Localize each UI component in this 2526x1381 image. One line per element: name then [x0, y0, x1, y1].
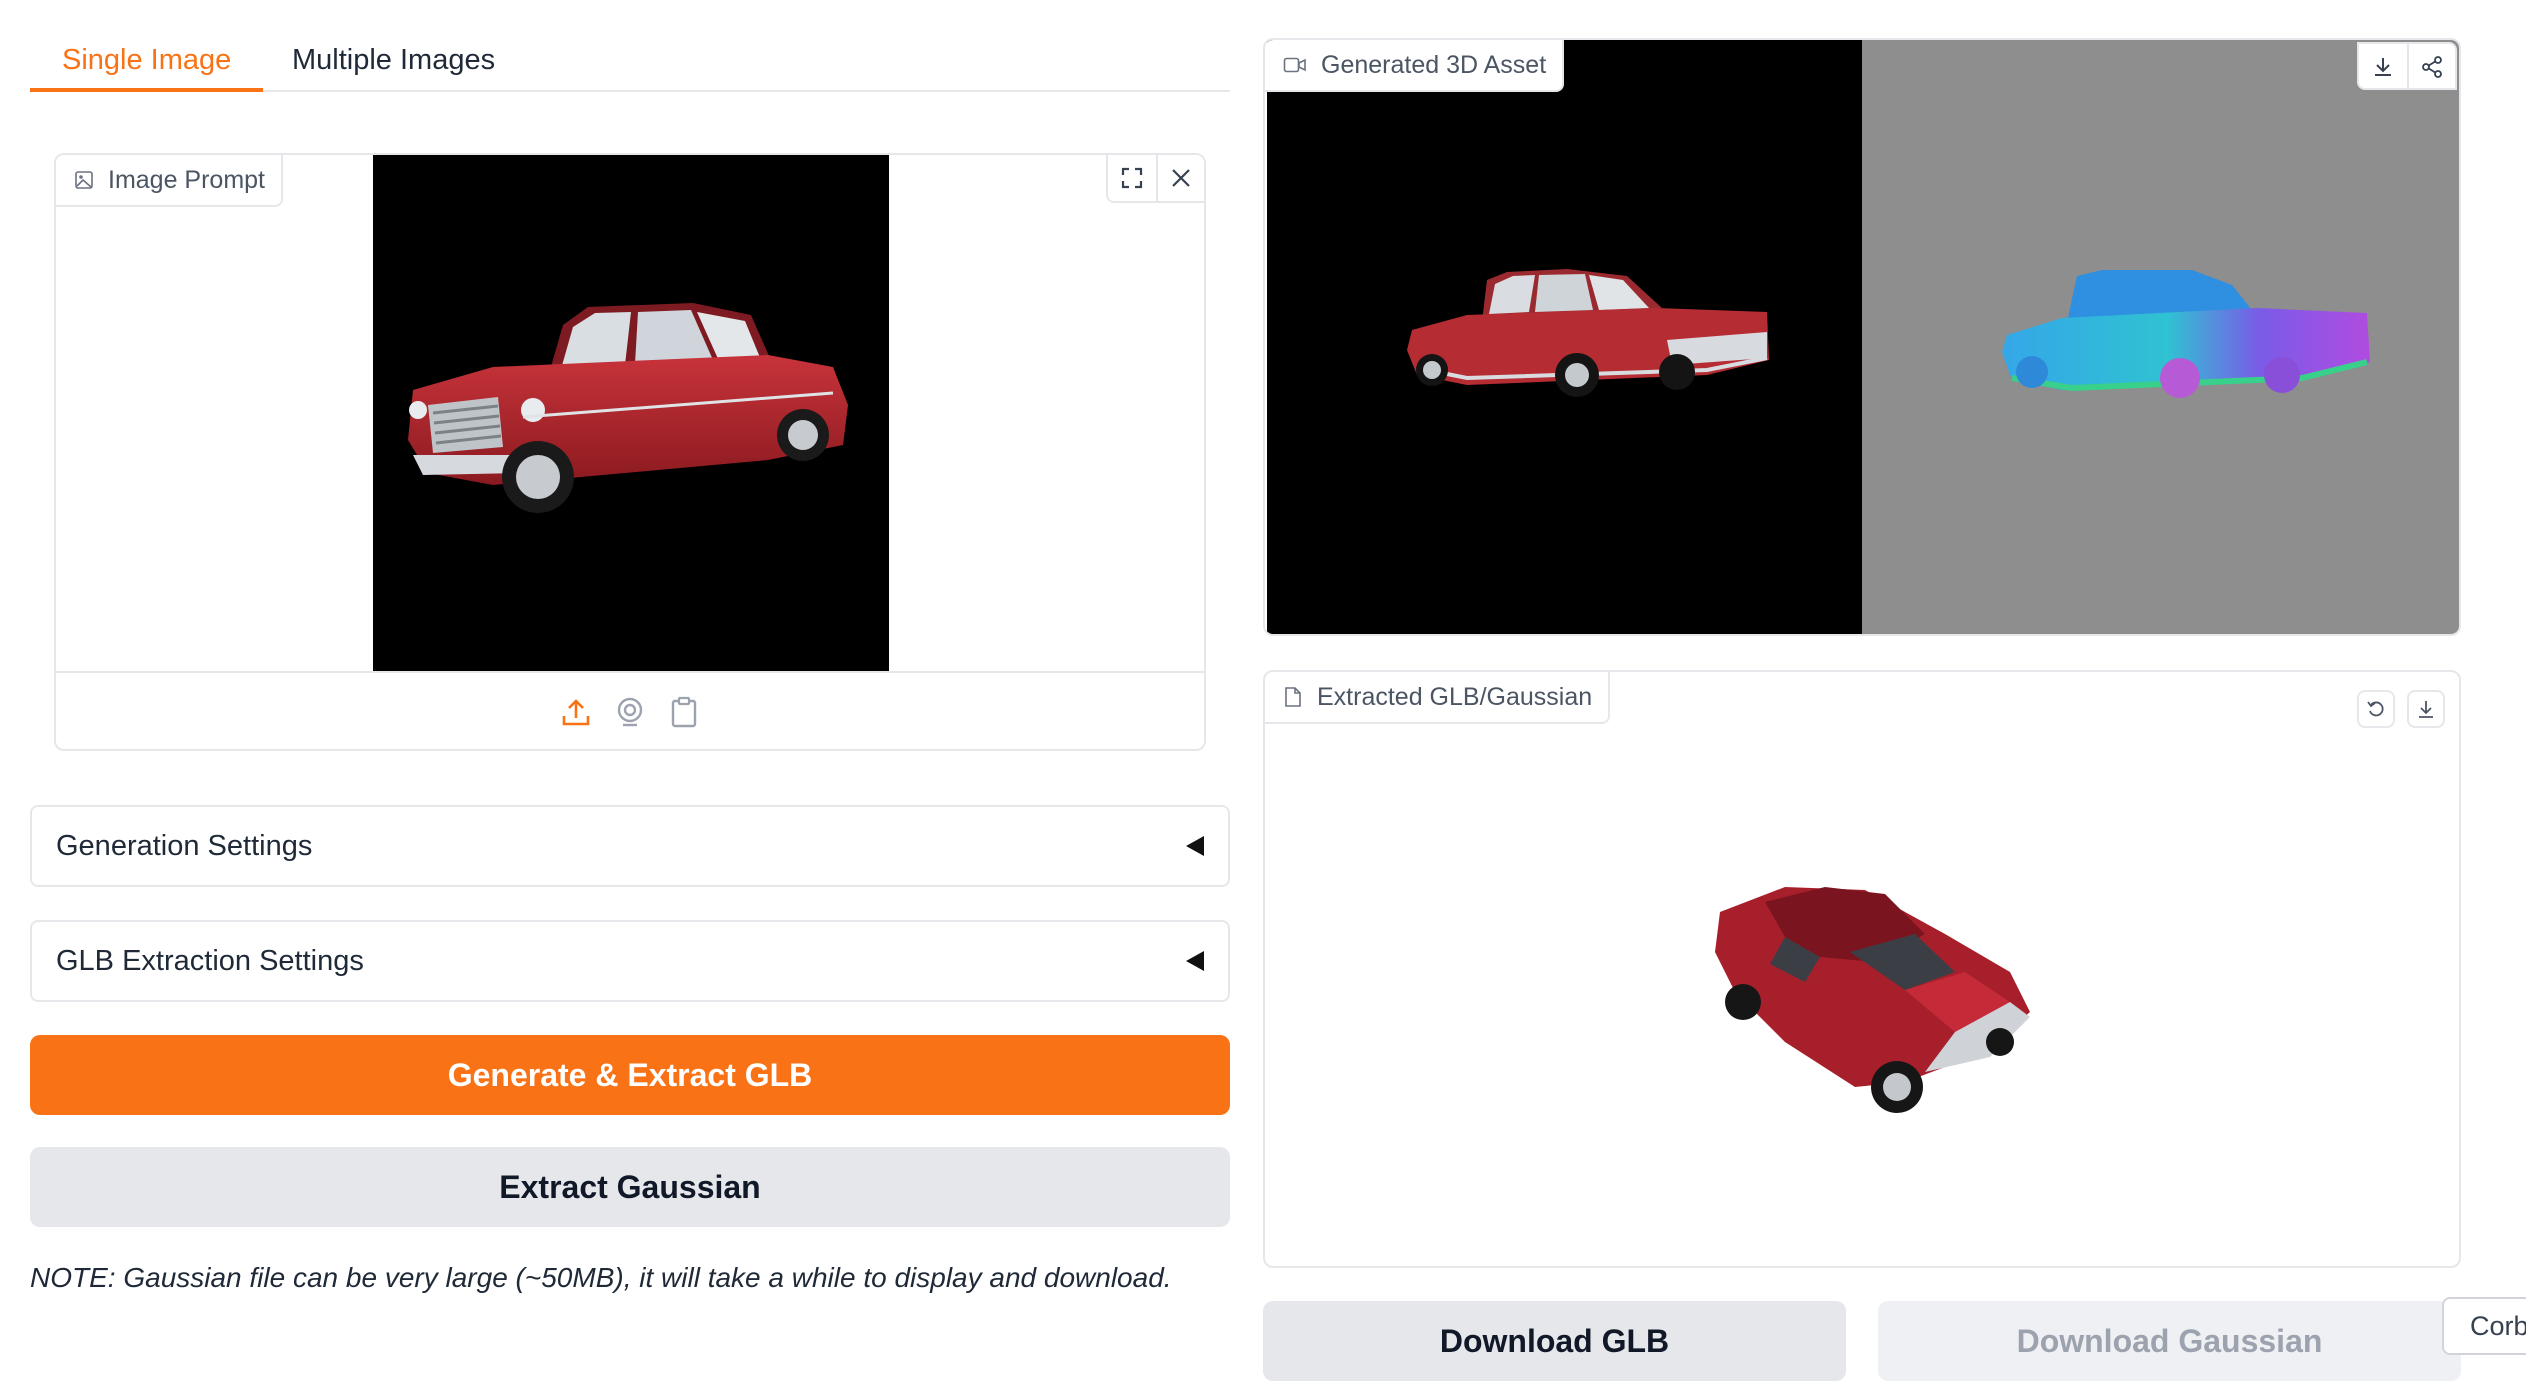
image-prompt-label-text: Image Prompt [108, 165, 266, 194]
clear-image-button[interactable] [1156, 155, 1204, 201]
webcam-button[interactable] [613, 693, 647, 731]
tab-single-image[interactable]: Single Image [30, 42, 264, 92]
image-source-bar [56, 671, 1204, 751]
image-prompt-tools [1106, 155, 1204, 203]
edge-tooltip: Corb [2442, 1297, 2526, 1355]
clipboard-icon [671, 696, 697, 728]
extract-gaussian-button[interactable]: Extract Gaussian [30, 1147, 1230, 1227]
download-video-button[interactable] [2359, 44, 2407, 90]
rendered-normal-view [1862, 40, 2459, 634]
share-icon [2422, 56, 2442, 78]
3d-model-viewer[interactable] [1265, 672, 2459, 1266]
red-sedan-front-view [408, 303, 848, 513]
image-icon [75, 171, 93, 189]
fullscreen-icon [1121, 167, 1143, 189]
collapse-triangle-icon [1186, 836, 1204, 856]
generated-asset-label: Generated 3D Asset [1265, 40, 1565, 92]
image-prompt-label: Image Prompt [56, 155, 284, 207]
tab-multiple-images[interactable]: Multiple Images [260, 42, 527, 90]
upload-button[interactable] [559, 693, 593, 731]
gaussian-note: NOTE: Gaussian file can be very large (~… [30, 1262, 1172, 1293]
normal-map-render [2002, 270, 2370, 398]
generation-settings-label: Generation Settings [56, 829, 313, 862]
edge-tooltip-container: Corb [2442, 1290, 2526, 1362]
image-prompt-panel: Image Prompt [54, 153, 1206, 751]
download-glb-button[interactable]: Download GLB [1263, 1301, 1846, 1381]
generate-extract-glb-button[interactable]: Generate & Extract GLB [30, 1035, 1230, 1115]
video-icon [1283, 57, 1306, 73]
glb-extraction-settings-label: GLB Extraction Settings [56, 944, 364, 977]
glb-extraction-settings-accordion[interactable]: GLB Extraction Settings [30, 920, 1230, 1002]
download-icon [2375, 58, 2391, 76]
collapse-triangle-icon [1186, 951, 1204, 971]
extracted-glb-panel: Extracted GLB/Gaussian [1263, 670, 2461, 1268]
rendered-color-view [1267, 40, 1862, 634]
clipboard-button[interactable] [667, 693, 701, 731]
generated-asset-tools [2357, 42, 2457, 90]
input-image [373, 155, 889, 671]
generation-settings-accordion[interactable]: Generation Settings [30, 805, 1230, 887]
upload-icon [562, 699, 590, 726]
red-sedan-render [1407, 269, 1769, 397]
fullscreen-button[interactable] [1108, 155, 1156, 201]
share-button[interactable] [2407, 44, 2455, 90]
tab-bar: Single Image Multiple Images [30, 30, 1230, 92]
generated-asset-label-text: Generated 3D Asset [1321, 50, 1547, 79]
download-gaussian-button[interactable]: Download Gaussian [1878, 1301, 2461, 1381]
webcam-icon [617, 697, 643, 727]
generated-3d-asset-panel: Generated 3D Asset [1263, 38, 2461, 636]
close-icon [1172, 169, 1190, 187]
